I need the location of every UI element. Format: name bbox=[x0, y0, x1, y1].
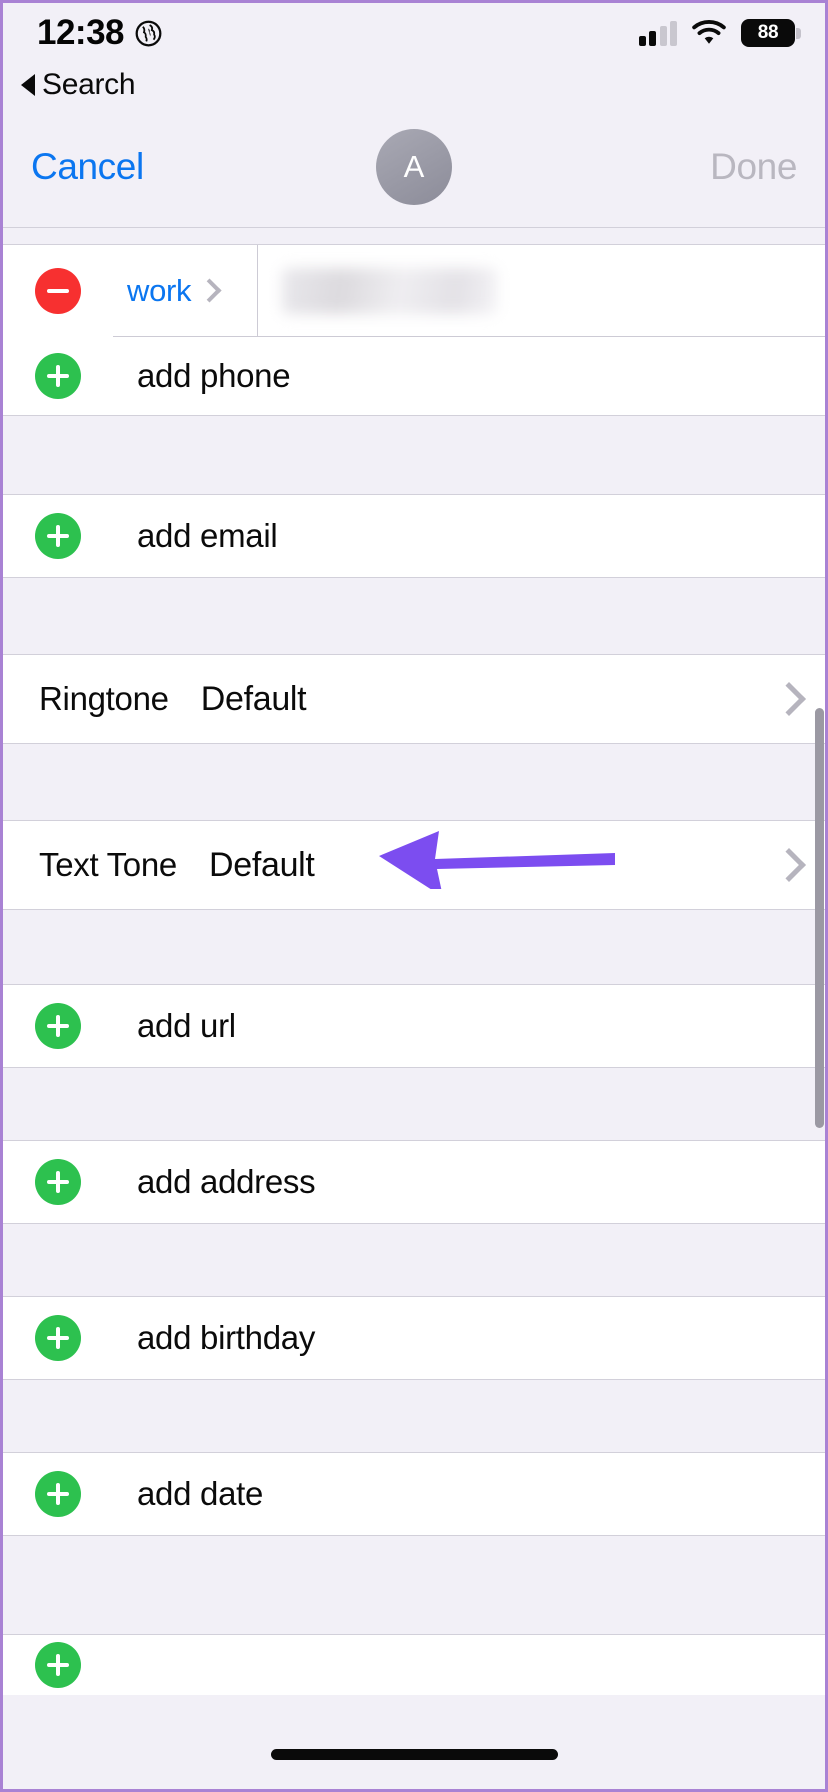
phone-section: work add phone bbox=[3, 245, 825, 415]
text-tone-value: Default bbox=[208, 845, 315, 884]
add-date-row[interactable]: add date bbox=[3, 1453, 825, 1535]
chevron-right-icon bbox=[777, 683, 795, 715]
add-birthday-label: add birthday bbox=[137, 1319, 316, 1356]
phone-screen: 12:38 88 Search Cancel A Done work add p… bbox=[0, 0, 828, 1792]
redacted-phone-value bbox=[282, 267, 497, 314]
plus-circle-icon[interactable] bbox=[35, 1471, 81, 1517]
status-bar: 12:38 88 bbox=[3, 3, 825, 63]
plus-circle-icon[interactable] bbox=[35, 1642, 81, 1688]
url-section: add url bbox=[3, 985, 825, 1067]
ringtone-label: Ringtone bbox=[39, 680, 169, 717]
text-tone-row[interactable]: Text Tone Default bbox=[3, 821, 825, 909]
avatar-initial: A bbox=[403, 149, 425, 184]
add-row-partial[interactable] bbox=[3, 1635, 825, 1695]
home-indicator-bar bbox=[3, 1745, 825, 1789]
plus-circle-icon[interactable] bbox=[35, 1315, 81, 1361]
section-gap bbox=[3, 1067, 825, 1141]
globe-icon bbox=[135, 20, 162, 46]
phone-label-text: work bbox=[127, 272, 192, 308]
plus-circle-icon[interactable] bbox=[35, 353, 81, 399]
phone-entry-row[interactable]: work bbox=[3, 245, 825, 337]
ringtone-row[interactable]: Ringtone Default bbox=[3, 655, 825, 743]
status-bar-right: 88 bbox=[638, 19, 801, 47]
ringtone-section: Ringtone Default bbox=[3, 655, 825, 743]
back-triangle-icon bbox=[21, 74, 35, 96]
status-bar-clock: 12:38 bbox=[37, 13, 125, 52]
section-gap bbox=[3, 743, 825, 821]
text-tone-section: Text Tone Default bbox=[3, 821, 825, 909]
add-url-label: add url bbox=[137, 1007, 236, 1044]
add-date-label: add date bbox=[137, 1475, 264, 1512]
navigation-bar: Cancel A Done bbox=[3, 107, 825, 227]
section-gap bbox=[3, 577, 825, 655]
back-label: Search bbox=[42, 68, 136, 101]
cancel-button[interactable]: Cancel bbox=[31, 146, 144, 188]
add-email-row[interactable]: add email bbox=[3, 495, 825, 577]
plus-circle-icon[interactable] bbox=[35, 513, 81, 559]
contact-avatar[interactable]: A bbox=[376, 129, 452, 205]
status-bar-left: 12:38 bbox=[37, 13, 162, 53]
vertical-scrollbar[interactable] bbox=[815, 708, 824, 1128]
add-phone-label: add phone bbox=[137, 357, 291, 394]
section-gap bbox=[3, 1379, 825, 1453]
section-gap bbox=[3, 415, 825, 495]
section-gap bbox=[3, 227, 825, 245]
chevron-right-icon bbox=[777, 849, 795, 881]
add-birthday-row[interactable]: add birthday bbox=[3, 1297, 825, 1379]
text-tone-label: Text Tone bbox=[39, 846, 177, 883]
ringtone-value: Default bbox=[200, 679, 307, 718]
section-gap bbox=[3, 909, 825, 985]
address-section: add address bbox=[3, 1141, 825, 1223]
section-gap bbox=[3, 1223, 825, 1297]
arrow-left-annotation bbox=[379, 831, 615, 889]
email-section: add email bbox=[3, 495, 825, 577]
done-button[interactable]: Done bbox=[710, 146, 797, 188]
add-email-label: add email bbox=[137, 517, 278, 554]
add-url-row[interactable]: add url bbox=[3, 985, 825, 1067]
plus-circle-icon[interactable] bbox=[35, 1003, 81, 1049]
battery-icon: 88 bbox=[741, 19, 801, 47]
section-gap bbox=[3, 1535, 825, 1635]
plus-circle-icon[interactable] bbox=[35, 1159, 81, 1205]
add-phone-row[interactable]: add phone bbox=[3, 337, 825, 415]
phone-label-button[interactable]: work bbox=[113, 245, 258, 337]
home-indicator[interactable] bbox=[270, 1749, 558, 1760]
cellular-signal-icon bbox=[638, 20, 677, 46]
add-address-label: add address bbox=[137, 1163, 316, 1200]
date-section: add date bbox=[3, 1453, 825, 1535]
phone-value-field[interactable] bbox=[258, 245, 825, 337]
back-to-search-button[interactable]: Search bbox=[3, 63, 825, 107]
contact-fields-list: work add phone add email Ringtone Defaul… bbox=[3, 227, 825, 1695]
wifi-icon bbox=[692, 20, 726, 44]
delete-button-wrap bbox=[3, 245, 113, 337]
add-address-row[interactable]: add address bbox=[3, 1141, 825, 1223]
battery-percent-label: 88 bbox=[757, 22, 779, 43]
chevron-right-icon bbox=[201, 279, 214, 303]
minus-circle-icon[interactable] bbox=[35, 268, 81, 314]
next-section-partial bbox=[3, 1635, 825, 1695]
birthday-section: add birthday bbox=[3, 1297, 825, 1379]
